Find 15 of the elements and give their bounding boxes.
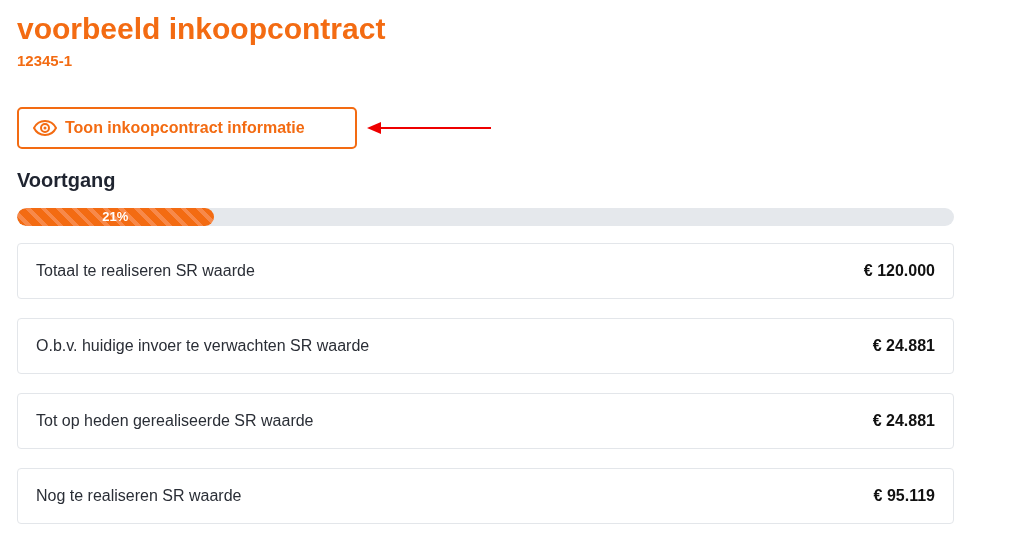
contract-number: 12345-1 (17, 51, 73, 71)
arrow-icon (367, 120, 491, 135)
page-title: voorbeeld inkoopcontract (17, 12, 386, 46)
section-heading: Voortgang (17, 167, 116, 193)
row-label: Tot op heden gerealiseerde SR waarde (36, 410, 314, 431)
row-value: € 24.881 (872, 335, 935, 356)
row-value: € 24.881 (872, 410, 935, 431)
row-value: € 95.119 (873, 485, 935, 506)
eye-icon (33, 119, 57, 136)
row-label: O.b.v. huidige invoer te verwachten SR waarde (36, 335, 370, 356)
row-label: Totaal te realiseren SR waarde (36, 260, 255, 281)
row-value: € 120.000 (863, 260, 935, 281)
show-info-button[interactable]: Toon inkoopcontract informatie (17, 106, 357, 149)
progress-fill: 21% (17, 207, 214, 226)
row-label: Nog te realiseren SR waarde (36, 485, 242, 506)
